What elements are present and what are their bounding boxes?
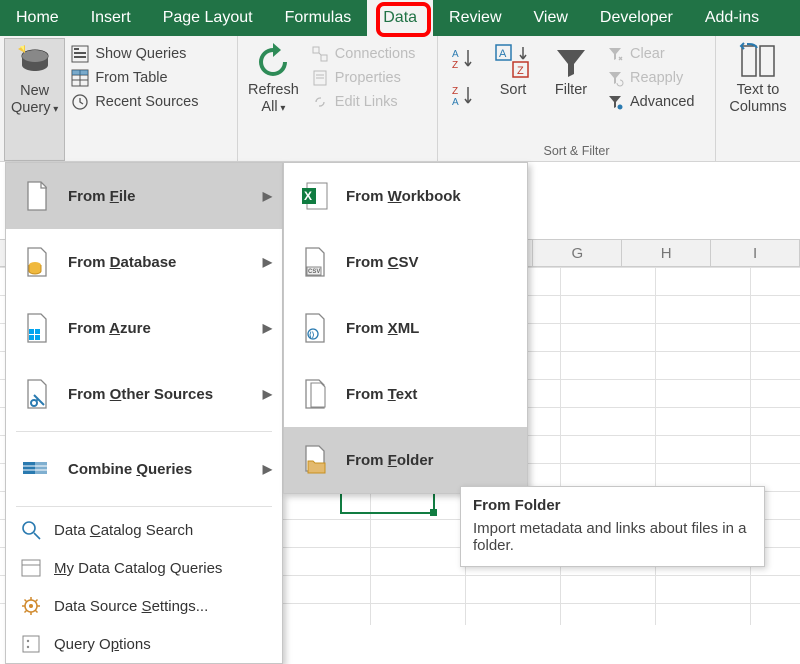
tab-view[interactable]: View <box>518 0 584 36</box>
csv-icon: CSV <box>298 245 332 279</box>
recent-sources-button[interactable]: Recent Sources <box>65 90 204 114</box>
xml-icon: ⟨⟩ <box>298 311 332 345</box>
tab-page-layout[interactable]: Page Layout <box>147 0 269 36</box>
menu-from-database[interactable]: From Database ▶ <box>6 229 282 295</box>
svg-text:A: A <box>452 97 459 108</box>
svg-text:Z: Z <box>452 60 458 71</box>
svg-text:Z: Z <box>452 86 458 97</box>
workbook-icon: X <box>298 179 332 213</box>
advanced-icon <box>606 93 624 111</box>
show-queries-icon <box>71 45 89 63</box>
edit-links-icon <box>311 93 329 111</box>
connections-button[interactable]: Connections <box>305 42 422 66</box>
options-icon <box>20 633 42 655</box>
menu-combine-queries[interactable]: Combine Queries ▶ <box>6 436 282 502</box>
submenu-from-folder[interactable]: From Folder <box>284 427 527 493</box>
tooltip-body: Import metadata and links about files in… <box>473 520 752 554</box>
advanced-button[interactable]: Advanced <box>600 90 701 114</box>
refresh-all-icon <box>253 42 293 80</box>
my-queries-icon <box>20 557 42 579</box>
sort-ascending-button[interactable]: AZ <box>444 42 482 79</box>
text-to-columns-button[interactable]: Text toColumns <box>720 38 796 115</box>
column-header[interactable]: H <box>622 240 711 266</box>
from-table-icon <box>71 69 89 87</box>
tab-home[interactable]: Home <box>0 0 75 36</box>
column-header[interactable]: G <box>533 240 622 266</box>
new-query-button[interactable]: NewQuery ▾ <box>4 38 65 161</box>
svg-text:Z: Z <box>517 65 524 77</box>
menu-from-azure[interactable]: From Azure ▶ <box>6 295 282 361</box>
settings-icon <box>20 595 42 617</box>
sort-button[interactable]: AZ Sort <box>484 38 542 142</box>
filter-button[interactable]: Filter <box>542 38 600 142</box>
tab-data[interactable]: Data <box>367 0 433 36</box>
reapply-button: Reapply <box>600 66 701 90</box>
sort-descending-button[interactable]: ZA <box>444 79 482 116</box>
from-file-submenu: X From Workbook CSV From CSV ⟨⟩ From XML… <box>283 162 528 494</box>
refresh-all-button[interactable]: RefreshAll ▾ <box>242 38 305 161</box>
submenu-from-text[interactable]: From Text <box>284 361 527 427</box>
new-query-icon <box>15 43 55 81</box>
text-to-columns-icon <box>738 42 778 80</box>
sort-filter-group-label: Sort & Filter <box>442 142 711 161</box>
text-file-icon <box>298 377 332 411</box>
svg-text:A: A <box>452 49 459 60</box>
svg-text:CSV: CSV <box>308 269 320 275</box>
menu-separator <box>16 506 272 507</box>
submenu-from-csv[interactable]: CSV From CSV <box>284 229 527 295</box>
properties-button: Properties <box>305 66 422 90</box>
from-table-button[interactable]: From Table <box>65 66 204 90</box>
folder-icon <box>298 443 332 477</box>
menu-data-source-settings[interactable]: Data Source Settings... <box>6 587 282 625</box>
from-file-icon <box>20 179 54 213</box>
submenu-from-workbook[interactable]: X From Workbook <box>284 163 527 229</box>
from-other-sources-icon <box>20 377 54 411</box>
menu-my-data-catalog[interactable]: My Data Catalog Queries <box>6 549 282 587</box>
submenu-arrow-icon: ▶ <box>263 387 272 401</box>
tooltip-title: From Folder <box>473 497 752 514</box>
sort-icon: AZ <box>493 42 533 80</box>
svg-text:A: A <box>499 48 507 60</box>
clear-button: Clear <box>600 42 701 66</box>
tab-developer[interactable]: Developer <box>584 0 689 36</box>
tab-formulas[interactable]: Formulas <box>269 0 368 36</box>
from-folder-tooltip: From Folder Import metadata and links ab… <box>460 486 765 567</box>
properties-icon <box>311 69 329 87</box>
svg-text:⟨⟩: ⟨⟩ <box>309 331 315 339</box>
tab-add-ins[interactable]: Add-ins <box>689 0 775 36</box>
tab-review[interactable]: Review <box>433 0 517 36</box>
submenu-arrow-icon: ▶ <box>263 321 272 335</box>
column-header[interactable]: I <box>711 240 800 266</box>
edit-links-button: Edit Links <box>305 90 422 114</box>
submenu-arrow-icon: ▶ <box>263 462 272 476</box>
new-query-menu: From File ▶ From Database ▶ From Azure ▶… <box>5 162 283 664</box>
menu-separator <box>16 431 272 432</box>
filter-icon <box>551 42 591 80</box>
from-database-icon <box>20 245 54 279</box>
menu-query-options[interactable]: Query Options <box>6 625 282 663</box>
submenu-arrow-icon: ▶ <box>263 255 272 269</box>
submenu-from-xml[interactable]: ⟨⟩ From XML <box>284 295 527 361</box>
submenu-arrow-icon: ▶ <box>263 189 272 203</box>
menu-data-catalog-search[interactable]: Data Catalog Search <box>6 511 282 549</box>
menu-from-file[interactable]: From File ▶ <box>6 163 282 229</box>
combine-queries-icon <box>20 452 54 486</box>
recent-sources-icon <box>71 93 89 111</box>
from-azure-icon <box>20 311 54 345</box>
tab-insert[interactable]: Insert <box>75 0 147 36</box>
ribbon-data: NewQuery ▾ Show Queries From Table Recen… <box>0 36 800 162</box>
reapply-icon <box>606 69 624 87</box>
connections-icon <box>311 45 329 63</box>
clear-icon <box>606 45 624 63</box>
show-queries-button[interactable]: Show Queries <box>65 42 204 66</box>
ribbon-tabstrip: HomeInsertPage LayoutFormulasDataReviewV… <box>0 0 800 36</box>
search-icon <box>20 519 42 541</box>
menu-from-other-sources[interactable]: From Other Sources ▶ <box>6 361 282 427</box>
svg-text:X: X <box>304 189 312 203</box>
